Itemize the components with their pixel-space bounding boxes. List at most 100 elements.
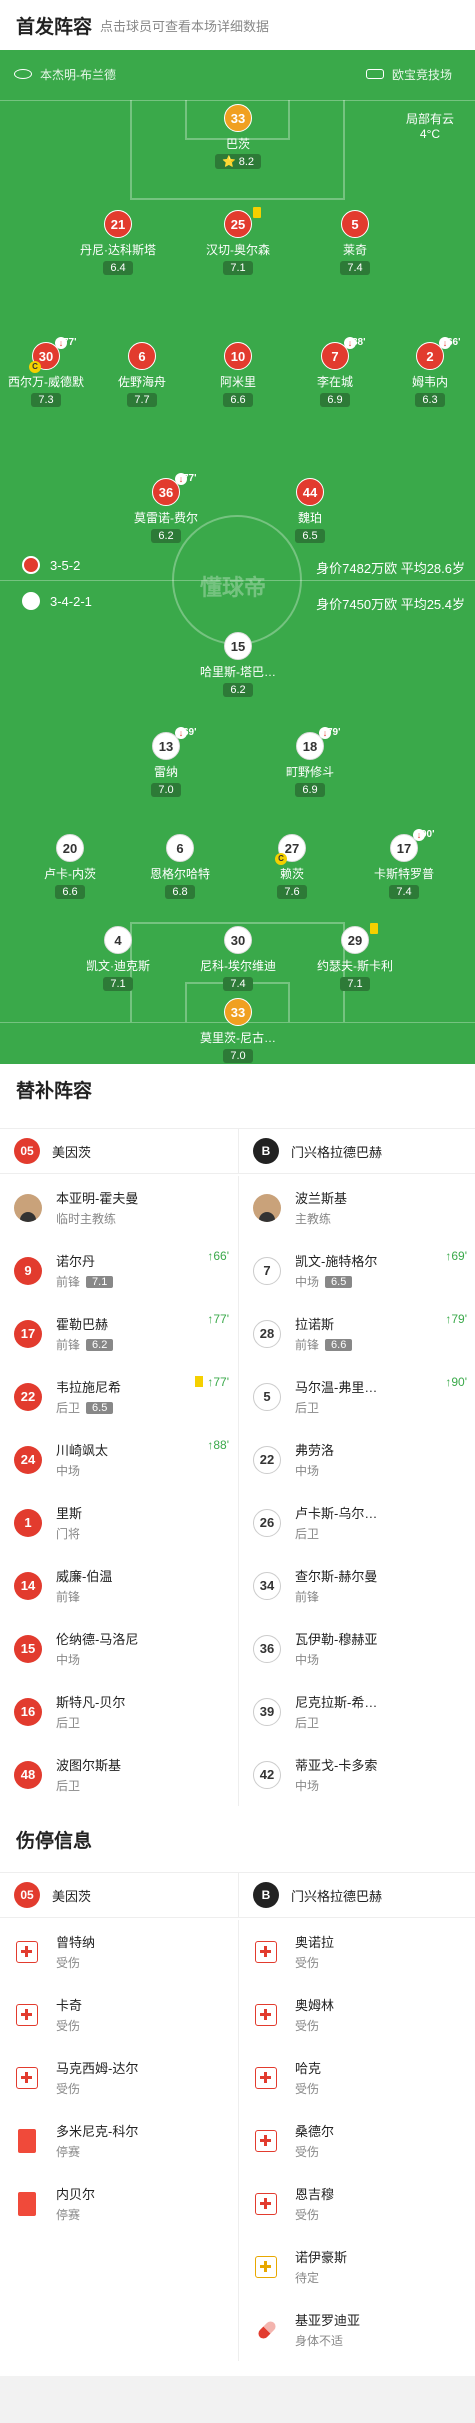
player-away[interactable]: 33 莫里茨-尼古… 7.0 [190, 998, 286, 1064]
home-team[interactable]: 05 美因茨 [0, 1873, 237, 1917]
injury-item[interactable]: 桑德尔 受伤 [238, 2109, 475, 2172]
avatar [253, 1193, 281, 1222]
player-rating: 6.2 [223, 683, 253, 697]
sub-in-minute: ↑77' [207, 1312, 229, 1326]
watermark: 懂球帝 [200, 575, 267, 600]
sub-player-home[interactable]: 48 波图尔斯基 后卫 [0, 1743, 237, 1806]
player-home[interactable]: 25 汉切-奥尔森 7.1 [190, 207, 286, 276]
injury-item[interactable]: 哈克 受伤 [238, 2046, 475, 2109]
home-team-name: 美因茨 [52, 1144, 92, 1160]
player-home[interactable]: 2 ↓ 66' 姆韦内 6.3 [382, 337, 475, 408]
player-rating: 6.3 [415, 393, 445, 407]
injury-item[interactable]: 诺伊豪斯 待定 [238, 2235, 475, 2298]
sub-player-away[interactable]: 42 蒂亚戈-卡多索 中场 [238, 1743, 475, 1806]
away-team[interactable]: B 门兴格拉德巴赫 [238, 1129, 475, 1173]
player-number: 4 [104, 926, 132, 954]
mainz-logo-icon: 05 [14, 1882, 40, 1908]
pill-icon [255, 2319, 277, 2341]
injury-item[interactable]: 奥姆林 受伤 [238, 1983, 475, 2046]
sub-player-away[interactable]: 28 拉诺斯 前锋 6.6 ↑79' [238, 1302, 475, 1365]
injury-item[interactable]: 马克西姆-达尔 受伤 [0, 2046, 237, 2109]
player-number: 2 ↓ 66' [416, 337, 461, 370]
sub-player-home[interactable]: 22 韦拉施尼希 后卫 6.5 ↑77' [0, 1365, 237, 1428]
away-team[interactable]: B 门兴格拉德巴赫 [238, 1873, 475, 1917]
player-name: 卢卡-内茨 [44, 867, 96, 881]
stadium-icon [366, 69, 384, 79]
player-home[interactable]: 36 ↓ 77' 莫雷诺-费尔 6.2 [118, 473, 214, 544]
injury-status: 受伤 [56, 2082, 81, 2096]
player-rating: 7.6 [277, 885, 307, 899]
player-away[interactable]: 13 ↓ 69' 雷纳 7.0 [118, 727, 214, 798]
sub-player-home[interactable]: 14 威廉-伯温 前锋 [0, 1554, 237, 1617]
away-coach[interactable]: 波兰斯基 主教练 [238, 1176, 475, 1239]
injury-item[interactable]: 奥诺拉 受伤 [238, 1920, 475, 1983]
injury-info: 基亚罗迪亚 身体不适 [295, 2310, 360, 2349]
player-away[interactable]: 30 尼科-埃尔维迪 7.4 [190, 926, 286, 992]
player-name: 姆韦内 [411, 375, 448, 389]
sub-player-home[interactable]: 1 里斯 门将 [0, 1491, 237, 1554]
player-rating: 6.5 [295, 529, 325, 543]
sub-row: 24 川崎飒太 中场 ↑88' 22 弗劳洛 中场 [0, 1428, 475, 1491]
sub-player-home[interactable]: 15 伦纳德-马洛尼 中场 [0, 1617, 237, 1680]
player-home[interactable]: 33 巴茨 ⭐ 8.2 [190, 104, 286, 170]
injury-item[interactable]: 恩吉穆 受伤 [238, 2172, 475, 2235]
sub-player-away[interactable]: 26 卢卡斯-乌尔… 后卫 [238, 1491, 475, 1554]
player-home[interactable]: 30 ↓ 77' C 西尔万-威德默 7.3 [0, 337, 94, 408]
player-rating: 6.8 [165, 885, 195, 899]
sub-player-away[interactable]: 7 凯文-施特格尔 中场 6.5 ↑69' [238, 1239, 475, 1302]
away-team-name: 门兴格拉德巴赫 [291, 1888, 383, 1904]
player-away[interactable]: 17 ↓ 90' 卡斯特罗普 7.4 [356, 829, 452, 900]
home-coach[interactable]: 本亚明-霍夫曼 临时主教练 [0, 1176, 237, 1239]
player-away[interactable]: 29 约瑟夫-斯卡利 7.1 [307, 923, 403, 992]
player-name: 威廉-伯温 [56, 1569, 113, 1584]
player-number: 39 [253, 1697, 281, 1726]
player-name: 恩格尔哈特 [149, 867, 210, 881]
page-footer [0, 2376, 475, 2423]
player-position: 中场 [56, 1462, 108, 1479]
injury-info: 内贝尔 停赛 [56, 2184, 95, 2223]
sub-in-minute: ↑69' [445, 1249, 467, 1263]
player-away[interactable]: 6 恩格尔哈特 6.8 [132, 834, 228, 900]
sub-player-home[interactable]: 9 诺尔丹 前锋 7.1 ↑66' [0, 1239, 237, 1302]
player-home[interactable]: 44 魏珀 6.5 [262, 478, 358, 544]
player-position: 前锋 [56, 1588, 112, 1605]
sub-minute-text: 88' [213, 1438, 229, 1452]
player-home[interactable]: 5 莱奇 7.4 [307, 210, 403, 276]
mainz-logo-icon: 05 [14, 1138, 40, 1164]
sub-player-away[interactable]: 5 马尔温-弗里… 后卫 ↑90' [238, 1365, 475, 1428]
injury-row: 诺伊豪斯 待定 [0, 2235, 475, 2298]
player-position: 后卫 [56, 1714, 125, 1731]
player-name: 曾特纳 [56, 1935, 96, 1950]
injury-item[interactable]: 多米尼克-科尔 停赛 [0, 2109, 237, 2172]
player-rating: 7.1 [340, 977, 370, 991]
home-team-icon [22, 556, 40, 574]
player-info: 霍勒巴赫 前锋 6.2 [56, 1314, 114, 1353]
player-away[interactable]: 27 C 赖茨 7.6 [244, 834, 340, 900]
sub-player-away[interactable]: 22 弗劳洛 中场 [238, 1428, 475, 1491]
player-away[interactable]: 18 ↓ 79' 町野修斗 6.9 [262, 727, 358, 798]
player-number: 25 [224, 207, 261, 238]
player-info: 拉诺斯 前锋 6.6 [295, 1314, 353, 1353]
injury-item[interactable]: 基亚罗迪亚 身体不适 [238, 2298, 475, 2361]
sub-minute-text: 77' [213, 1375, 229, 1389]
sub-in-minute: ↑90' [445, 1375, 467, 1389]
player-home[interactable]: 10 阿米里 6.6 [190, 342, 286, 408]
player-away[interactable]: 20 卢卡-内茨 6.6 [22, 834, 118, 900]
sub-player-away[interactable]: 39 尼克拉斯-希… 后卫 [238, 1680, 475, 1743]
player-home[interactable]: 6 佐野海舟 7.7 [94, 342, 190, 408]
player-name: 莱奇 [342, 243, 367, 257]
position-label: 后卫 [56, 1401, 81, 1415]
sub-player-away[interactable]: 34 查尔斯-赫尔曼 前锋 [238, 1554, 475, 1617]
player-home[interactable]: 7 ↓ 88' 李在城 6.9 [287, 337, 383, 408]
injury-item[interactable]: 曾特纳 受伤 [0, 1920, 237, 1983]
sub-player-home[interactable]: 16 斯特凡-贝尔 后卫 [0, 1680, 237, 1743]
injury-item[interactable]: 卡奇 受伤 [0, 1983, 237, 2046]
player-home[interactable]: 21 丹尼·达科斯塔 6.4 [70, 210, 166, 276]
player-away[interactable]: 4 凯文·迪克斯 7.1 [70, 926, 166, 992]
sub-player-home[interactable]: 17 霍勒巴赫 前锋 6.2 ↑77' [0, 1302, 237, 1365]
player-away[interactable]: 15 哈里斯-塔巴… 6.2 [190, 632, 286, 698]
sub-player-away[interactable]: 36 瓦伊勒-穆赫亚 中场 [238, 1617, 475, 1680]
home-team[interactable]: 05 美因茨 [0, 1129, 237, 1173]
sub-player-home[interactable]: 24 川崎飒太 中场 ↑88' [0, 1428, 237, 1491]
injury-item[interactable]: 内贝尔 停赛 [0, 2172, 237, 2235]
